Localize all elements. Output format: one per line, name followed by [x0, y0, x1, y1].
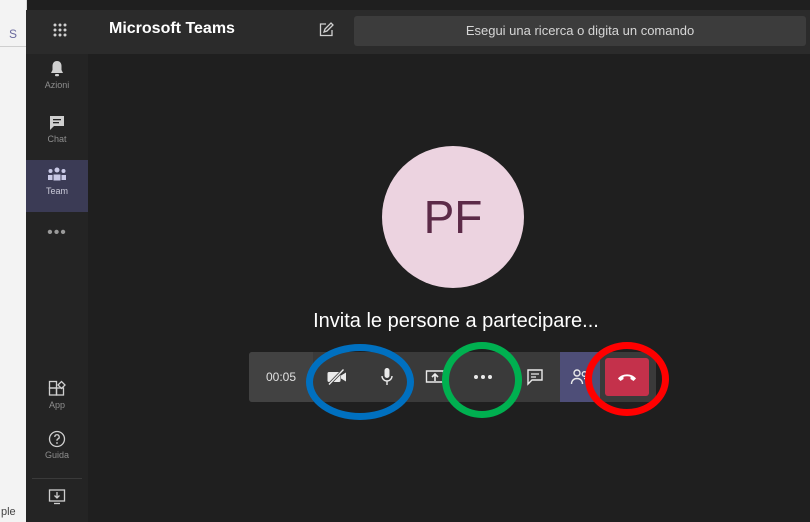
avatar: PF: [382, 146, 524, 288]
rail-item-guida[interactable]: Guida: [26, 430, 88, 482]
rail-item-chat[interactable]: Chat: [26, 114, 88, 166]
divider: [0, 46, 26, 47]
download-icon: [48, 489, 66, 505]
annotation-ring-red: [585, 342, 669, 416]
rail-item-label: Guida: [44, 450, 70, 460]
chat-icon: [50, 116, 64, 130]
top-bar: Microsoft Teams Esegui una ricerca o dig…: [26, 10, 810, 54]
rail-item-label: App: [48, 400, 65, 410]
app-launcher-icon[interactable]: [52, 22, 68, 38]
download-app-button[interactable]: [32, 478, 82, 513]
annotation-ring-blue: [306, 344, 414, 420]
browser-bottom-text: ple: [1, 506, 16, 518]
rail-item-app[interactable]: App: [26, 380, 88, 432]
rail-item-azioni[interactable]: Azioni: [26, 60, 88, 112]
invite-text: Invita le persone a partecipare...: [313, 310, 599, 332]
rail-item-label: Chat: [47, 134, 67, 144]
bell-icon: [51, 61, 63, 77]
app-title: Microsoft Teams: [109, 20, 235, 37]
apps-icon: [48, 380, 66, 396]
rail-item-label: Azioni: [44, 80, 70, 90]
browser-tab-char: S: [9, 27, 18, 41]
teams-icon: [48, 167, 66, 181]
search-input[interactable]: Esegui una ricerca o digita un comando: [354, 16, 806, 46]
left-rail: Azioni Chat Team ••• App Guida: [26, 54, 88, 522]
rail-item-team[interactable]: Team: [26, 160, 88, 212]
help-icon: [48, 430, 66, 448]
rail-item-label: Team: [45, 186, 68, 196]
conversation-icon: [527, 369, 543, 386]
call-timer: 00:05: [249, 352, 313, 402]
browser-side-strip: S ple: [0, 0, 27, 522]
show-conversation-button[interactable]: [517, 352, 553, 402]
more-apps-button[interactable]: •••: [26, 224, 88, 242]
annotation-ring-green: [442, 342, 522, 418]
new-chat-icon[interactable]: [318, 22, 334, 38]
